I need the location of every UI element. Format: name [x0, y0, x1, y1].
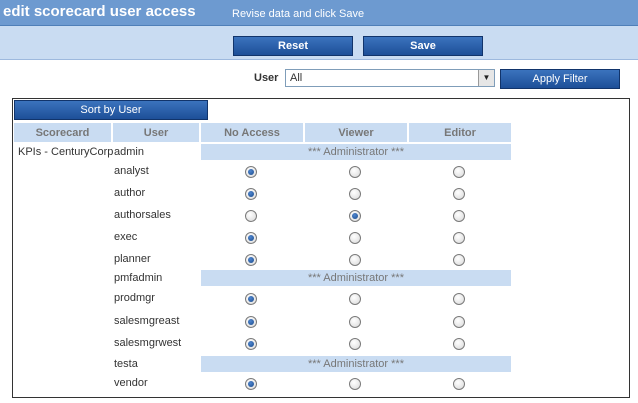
save-button[interactable]: Save [363, 36, 483, 56]
radio-editor[interactable] [453, 316, 465, 328]
radio-editor[interactable] [453, 210, 465, 222]
action-toolbar: Reset Save [0, 26, 638, 60]
radio-viewer[interactable] [349, 316, 361, 328]
table-row: prodmgr [0, 288, 638, 310]
column-header-editor: Editor [409, 123, 511, 142]
administrator-band: *** Administrator *** [201, 356, 511, 372]
radio-no-access[interactable] [245, 338, 257, 350]
chevron-down-icon[interactable]: ▼ [478, 70, 494, 86]
table-row: salesmgreast [0, 311, 638, 333]
radio-viewer[interactable] [349, 166, 361, 178]
radio-no-access[interactable] [245, 293, 257, 305]
column-header-user: User [113, 123, 199, 142]
table-row: exec [0, 227, 638, 249]
radio-viewer[interactable] [349, 232, 361, 244]
column-header-viewer: Viewer [305, 123, 407, 142]
user-filter-label: User [254, 72, 279, 84]
radio-no-access[interactable] [245, 378, 257, 390]
reset-button[interactable]: Reset [233, 36, 353, 56]
user-filter-value: All [290, 72, 303, 84]
radio-editor[interactable] [453, 338, 465, 350]
column-header-scorecard: Scorecard [14, 123, 111, 142]
radio-no-access[interactable] [245, 188, 257, 200]
user-name: planner [114, 253, 151, 265]
page-header: edit scorecard user access Revise data a… [0, 0, 638, 26]
radio-no-access[interactable] [245, 254, 257, 266]
user-name: admin [114, 146, 144, 158]
scorecard-name: KPIs - CenturyCorp [18, 146, 114, 158]
table-row: salesmgrwest [0, 333, 638, 355]
table-row: author [0, 183, 638, 205]
radio-viewer[interactable] [349, 188, 361, 200]
user-name: salesmgrwest [114, 337, 182, 349]
page-title: edit scorecard user access [3, 3, 196, 20]
sort-by-user-button[interactable]: Sort by User [14, 100, 208, 120]
administrator-band: *** Administrator *** [201, 144, 511, 160]
user-name: prodmgr [114, 292, 155, 304]
radio-editor[interactable] [453, 378, 465, 390]
radio-editor[interactable] [453, 232, 465, 244]
radio-viewer[interactable] [349, 338, 361, 350]
table-row: authorsales [0, 205, 638, 227]
radio-editor[interactable] [453, 254, 465, 266]
radio-editor[interactable] [453, 188, 465, 200]
radio-no-access[interactable] [245, 316, 257, 328]
table-row: pmfadmin *** Administrator *** [0, 268, 638, 290]
user-name: salesmgreast [114, 315, 180, 327]
user-name: analyst [114, 165, 149, 177]
radio-viewer[interactable] [349, 210, 361, 222]
user-name: authorsales [114, 209, 171, 221]
column-header-no-access: No Access [201, 123, 303, 142]
radio-no-access[interactable] [245, 166, 257, 178]
radio-no-access[interactable] [245, 210, 257, 222]
user-filter-select[interactable]: All ▼ [285, 69, 495, 87]
user-name: author [114, 187, 146, 199]
radio-editor[interactable] [453, 166, 465, 178]
user-name: exec [114, 231, 138, 243]
user-name: pmfadmin [114, 272, 163, 284]
page-subtitle: Revise data and click Save [232, 8, 365, 20]
apply-filter-button[interactable]: Apply Filter [500, 69, 620, 89]
user-name: vendor [114, 377, 148, 389]
table-row: analyst [0, 161, 638, 183]
radio-viewer[interactable] [349, 254, 361, 266]
user-name: testa [114, 358, 138, 370]
administrator-band: *** Administrator *** [201, 270, 511, 286]
radio-viewer[interactable] [349, 378, 361, 390]
radio-viewer[interactable] [349, 293, 361, 305]
radio-no-access[interactable] [245, 232, 257, 244]
table-row: vendor [0, 373, 638, 395]
radio-editor[interactable] [453, 293, 465, 305]
